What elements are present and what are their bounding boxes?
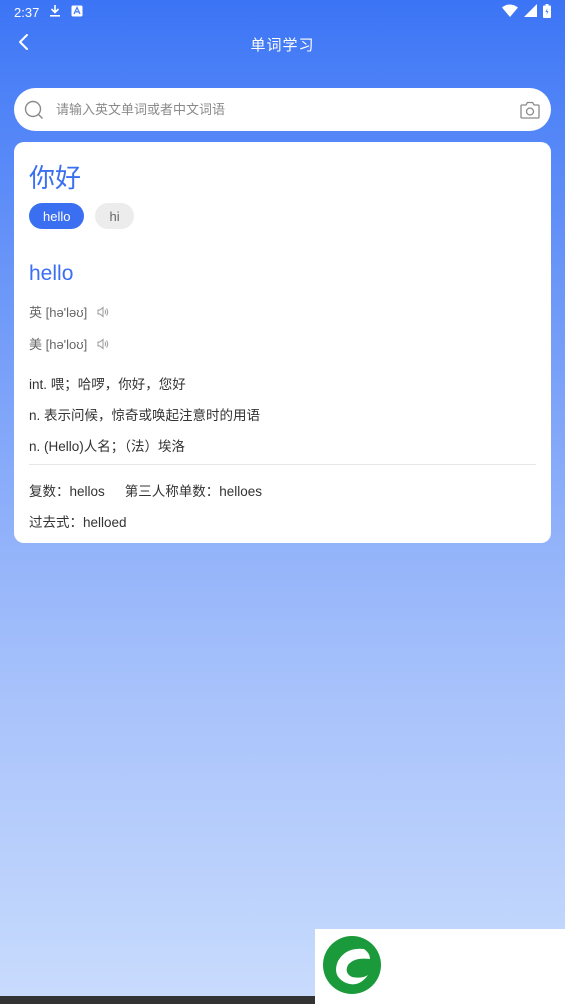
download-icon: [49, 4, 61, 20]
phonetic-us: 美 [hə'loʊ]: [29, 334, 109, 353]
watermark: [315, 929, 565, 1004]
wifi-icon: [502, 4, 518, 20]
status-right: [502, 3, 551, 21]
search-bar[interactable]: [14, 88, 551, 131]
definition-item: n. 表示问候，惊奇或唤起注意时的用语: [29, 408, 261, 423]
form-plural: 复数：hellos: [29, 484, 105, 499]
search-input[interactable]: [56, 102, 519, 117]
word-forms-row: 过去式：helloed: [29, 511, 127, 531]
form-past: 过去式：helloed: [29, 515, 127, 530]
query-word: 你好: [29, 163, 82, 193]
signal-icon: [524, 4, 537, 20]
phonetic-uk: 英 [hə'ləʊ]: [29, 302, 109, 321]
back-button[interactable]: [10, 30, 38, 58]
phonetic-us-text: 美 [hə'loʊ]: [29, 337, 88, 352]
chip-hi[interactable]: hi: [95, 203, 134, 229]
divider: [29, 464, 536, 465]
status-left: 2:37: [14, 4, 83, 20]
notification-a-icon: [71, 5, 83, 20]
leaf-logo-icon: [322, 935, 382, 995]
title-bar: 单词学习: [0, 24, 565, 64]
search-icon: [24, 100, 44, 120]
translation-chips: hello hi: [29, 203, 134, 229]
definition-item: int. 喂；哈啰，你好，您好: [29, 377, 186, 392]
word-forms-row: 复数：hellos 第三人称单数：helloes: [29, 480, 262, 500]
chevron-left-icon: [17, 33, 31, 56]
speaker-uk-icon[interactable]: [97, 305, 109, 318]
status-time: 2:37: [14, 4, 40, 20]
status-bar: 2:37: [0, 0, 565, 24]
speaker-us-icon[interactable]: [97, 337, 109, 350]
result-word: hello: [29, 262, 74, 285]
page-title: 单词学习: [250, 36, 315, 54]
navigation-bar: [0, 996, 315, 1004]
battery-icon: [543, 3, 551, 21]
phonetic-uk-text: 英 [hə'ləʊ]: [29, 305, 88, 320]
chip-hello[interactable]: hello: [29, 203, 85, 229]
form-third-person: 第三人称单数：helloes: [124, 484, 263, 499]
definition-item: n. (Hello)人名；（法）埃洛: [29, 439, 186, 454]
camera-icon[interactable]: [519, 99, 541, 121]
result-card: 你好 hello hi hello 英 [hə'ləʊ] 美 [hə'loʊ] …: [14, 142, 551, 543]
